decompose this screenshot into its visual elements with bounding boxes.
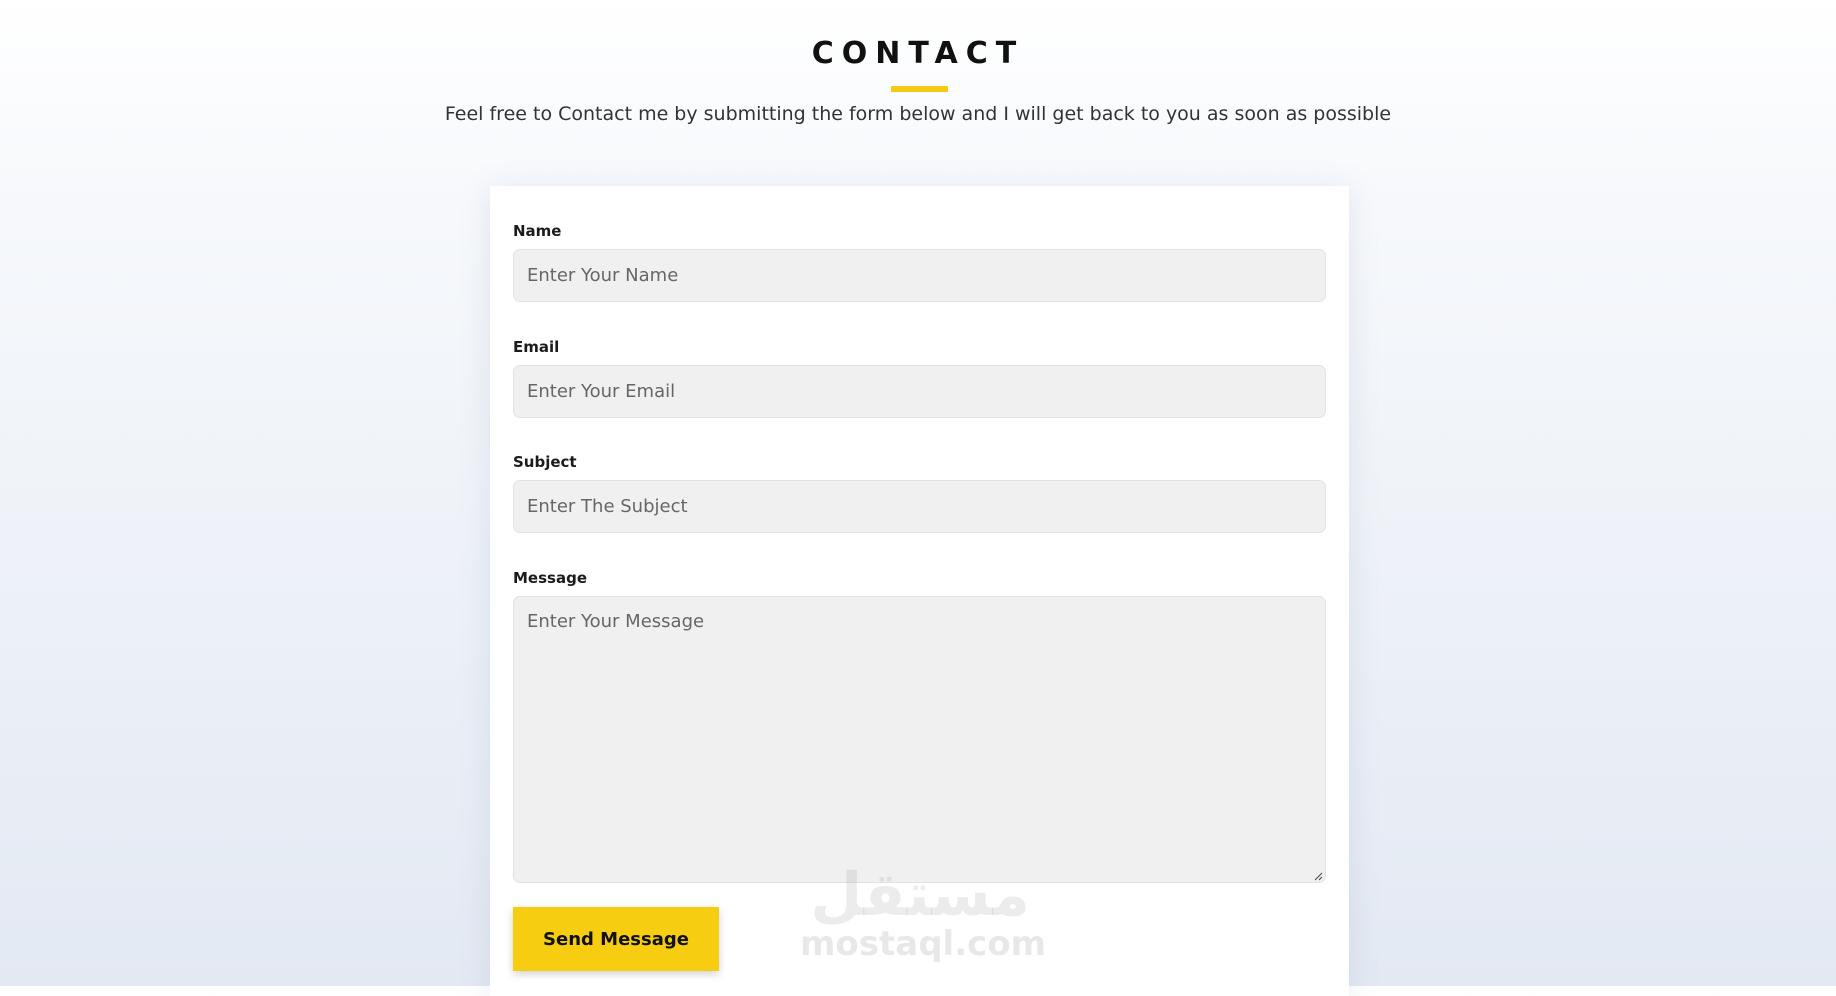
message-textarea[interactable] bbox=[513, 596, 1326, 883]
page-subtitle: Feel free to Contact me by submitting th… bbox=[444, 103, 1392, 125]
page-title: CONTACT bbox=[811, 36, 1025, 71]
title-underline bbox=[891, 86, 948, 92]
contact-form: Name Email Subject Message Send Message bbox=[490, 186, 1349, 996]
name-label: Name bbox=[513, 222, 562, 240]
email-input[interactable] bbox=[513, 365, 1326, 418]
send-message-button[interactable]: Send Message bbox=[513, 907, 719, 971]
email-label: Email bbox=[513, 338, 560, 356]
name-input[interactable] bbox=[513, 249, 1326, 302]
subject-label: Subject bbox=[513, 453, 577, 471]
subject-input[interactable] bbox=[513, 480, 1326, 533]
resize-handle-icon[interactable] bbox=[1313, 871, 1323, 881]
message-label: Message bbox=[513, 569, 587, 587]
